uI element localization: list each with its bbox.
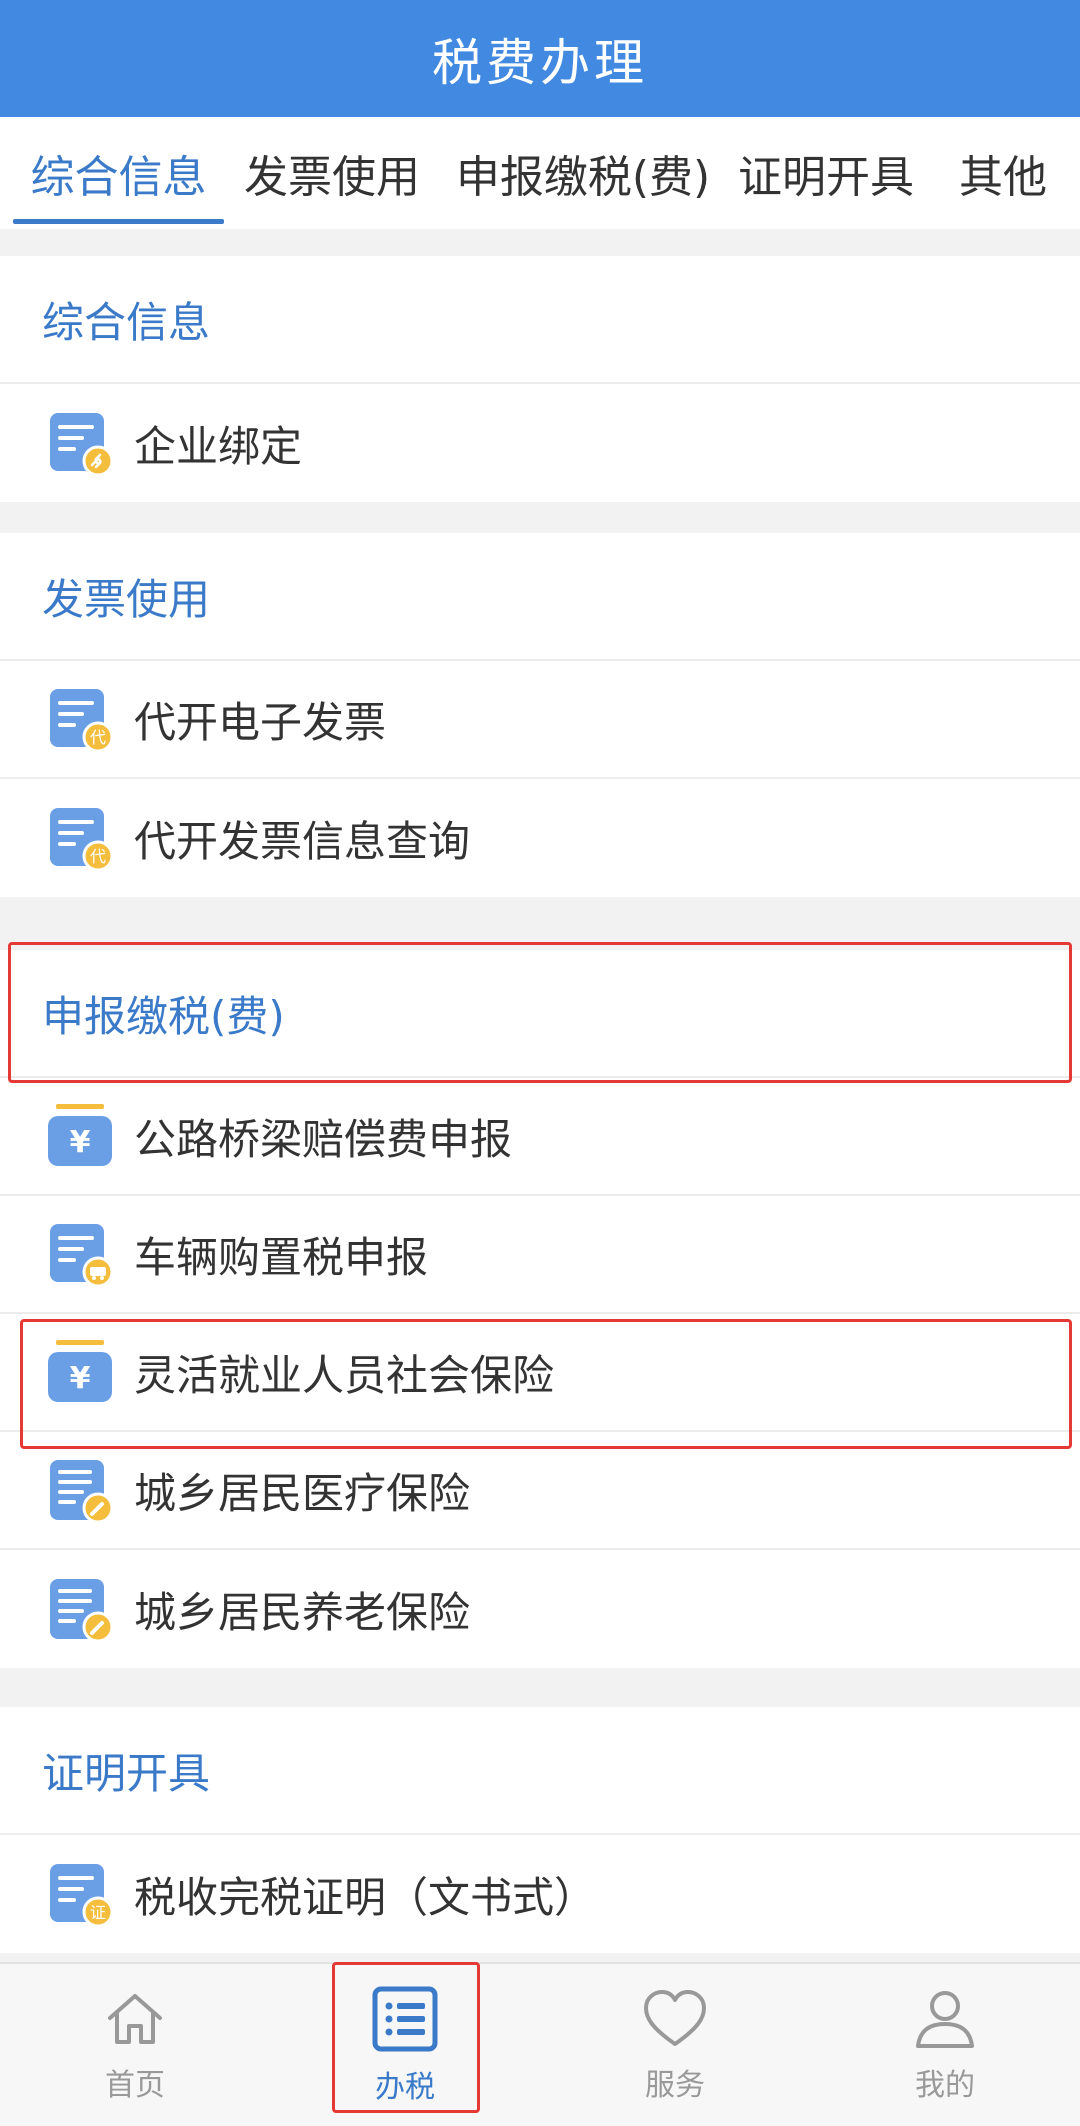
list-item-label: 城乡居民医疗保险 bbox=[134, 1468, 471, 1518]
yuan-icon: ¥ bbox=[46, 1338, 114, 1406]
tab-bar: 综合信息 发票使用 申报缴税(费) 证明开具 其他 bbox=[0, 117, 1080, 229]
bottom-nav: 首页 办税 服务 我的 bbox=[0, 1962, 1080, 2126]
list-item[interactable]: 证 税收完税证明（文书式） bbox=[0, 1835, 1080, 1953]
section-invoice: 发票使用 代 代开电子发票 代 代开发票信息查询 bbox=[0, 533, 1080, 897]
yuan-icon: ¥ bbox=[46, 1102, 114, 1170]
icon-badge-text: 代 bbox=[90, 847, 106, 866]
tab-active-indicator bbox=[13, 219, 224, 224]
list-item-label: 代开电子发票 bbox=[134, 697, 387, 747]
user-icon bbox=[914, 1988, 976, 2054]
list-item[interactable]: 代 代开电子发票 bbox=[0, 661, 1080, 779]
list-item-label: 企业绑定 bbox=[134, 421, 303, 471]
list-item[interactable]: ¥ 公路桥梁赔偿费申报 bbox=[0, 1078, 1080, 1196]
tab-invoice[interactable]: 发票使用 bbox=[234, 117, 430, 229]
list-item[interactable]: 企业绑定 bbox=[0, 384, 1080, 502]
tab-declare[interactable]: 申报缴税(费) bbox=[455, 117, 711, 229]
icon-badge-text: ¥ bbox=[70, 1125, 91, 1160]
section-declare: 申报缴税(费) ¥ 公路桥梁赔偿费申报 车辆购置税申报 ¥ 灵活就业人员社会保险… bbox=[0, 950, 1080, 1668]
nav-label: 办税 bbox=[375, 2070, 435, 2105]
icon-badge-text: ¥ bbox=[70, 1361, 91, 1396]
doc-pen-icon bbox=[46, 1456, 114, 1524]
doc-link-icon bbox=[46, 409, 114, 477]
nav-label: 我的 bbox=[915, 2068, 975, 2103]
doc-dai-icon: 代 bbox=[46, 804, 114, 872]
section-cert: 证明开具 证 税收完税证明（文书式） bbox=[0, 1707, 1080, 1953]
nav-mine[interactable]: 我的 bbox=[810, 1964, 1080, 2126]
nav-label: 首页 bbox=[105, 2068, 165, 2103]
nav-service[interactable]: 服务 bbox=[540, 1964, 810, 2126]
page-title: 税费办理 bbox=[0, 0, 1080, 117]
tab-cert[interactable]: 证明开具 bbox=[733, 117, 919, 229]
nav-tax[interactable]: 办税 bbox=[270, 1964, 540, 2126]
heart-icon bbox=[642, 1988, 708, 2054]
tab-info[interactable]: 综合信息 bbox=[13, 117, 224, 229]
list-item-label: 城乡居民养老保险 bbox=[134, 1587, 471, 1637]
doc-pen-icon bbox=[46, 1575, 114, 1643]
list-icon bbox=[372, 1986, 438, 2056]
list-item[interactable]: 城乡居民医疗保险 bbox=[0, 1432, 1080, 1550]
doc-dai-icon: 代 bbox=[46, 685, 114, 753]
section-title: 综合信息 bbox=[0, 256, 1080, 384]
list-item[interactable]: 代 代开发票信息查询 bbox=[0, 779, 1080, 897]
list-item-label: 税收完税证明（文书式） bbox=[134, 1872, 597, 1922]
doc-car-icon bbox=[46, 1220, 114, 1288]
section-title: 发票使用 bbox=[0, 533, 1080, 661]
nav-label: 服务 bbox=[645, 2068, 705, 2103]
home-icon bbox=[104, 1988, 166, 2054]
section-title: 申报缴税(费) bbox=[0, 950, 1080, 1078]
icon-badge-text: 代 bbox=[90, 728, 106, 747]
list-item-label: 代开发票信息查询 bbox=[134, 816, 471, 866]
icon-badge-text: 证 bbox=[90, 1903, 106, 1922]
section-info: 综合信息 企业绑定 bbox=[0, 256, 1080, 502]
list-item-label: 公路桥梁赔偿费申报 bbox=[134, 1114, 513, 1164]
tab-other[interactable]: 其他 bbox=[944, 117, 1062, 229]
list-item-label: 车辆购置税申报 bbox=[134, 1232, 429, 1282]
section-title: 证明开具 bbox=[0, 1707, 1080, 1835]
list-item[interactable]: ¥ 灵活就业人员社会保险 bbox=[0, 1314, 1080, 1432]
app-root: 税费办理 综合信息 发票使用 申报缴税(费) 证明开具 其他 综合信息 企业绑定 bbox=[0, 0, 1080, 2126]
list-item[interactable]: 城乡居民养老保险 bbox=[0, 1550, 1080, 1668]
doc-zheng-icon: 证 bbox=[46, 1860, 114, 1928]
nav-home[interactable]: 首页 bbox=[0, 1964, 270, 2126]
list-item-label: 灵活就业人员社会保险 bbox=[134, 1350, 555, 1400]
list-item[interactable]: 车辆购置税申报 bbox=[0, 1196, 1080, 1314]
